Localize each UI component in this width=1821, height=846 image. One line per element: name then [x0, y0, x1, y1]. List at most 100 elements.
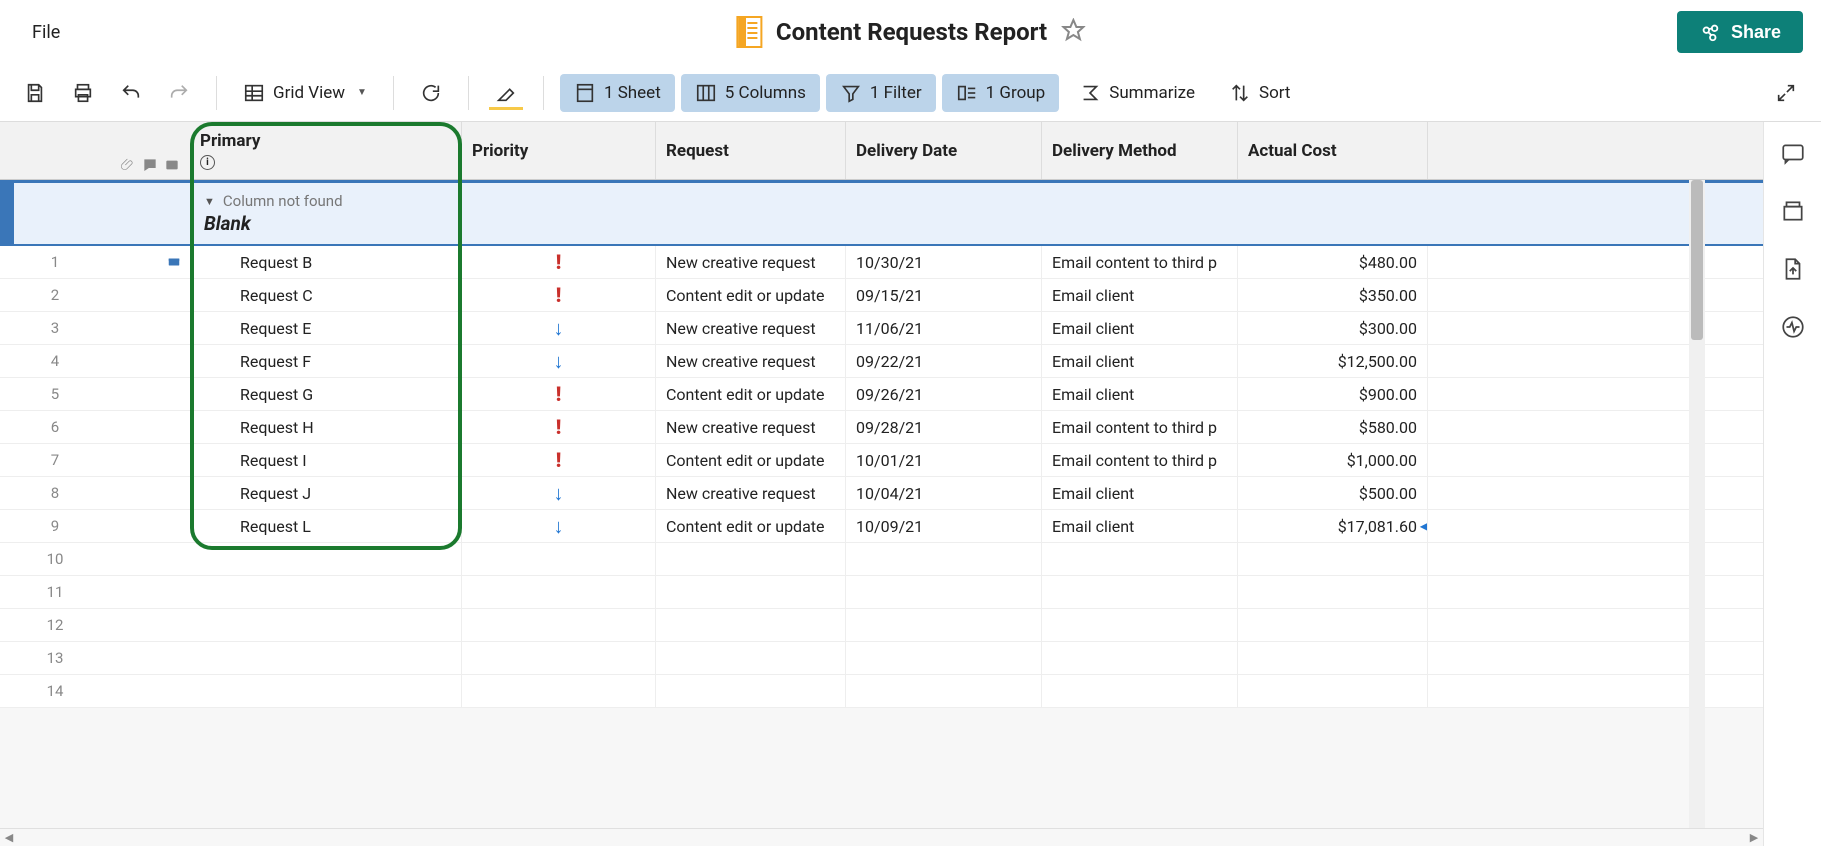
scroll-right-arrow-icon[interactable]: ▶	[1745, 831, 1763, 844]
favorite-star-icon[interactable]	[1061, 18, 1085, 46]
row-number[interactable]: 7	[0, 451, 110, 469]
cell-method[interactable]: Email client	[1042, 279, 1238, 311]
attachments-panel-icon[interactable]	[1780, 198, 1806, 228]
sheet-chip[interactable]: 1 Sheet	[560, 74, 675, 112]
cell-cost[interactable]: $500.00	[1238, 477, 1428, 509]
cell-method[interactable]: Email client	[1042, 510, 1238, 542]
cell-request[interactable]: New creative request	[656, 312, 846, 344]
document-title[interactable]: Content Requests Report	[776, 18, 1047, 46]
cell-date[interactable]: 10/30/21	[846, 246, 1042, 278]
table-row[interactable]: 7Request I!Content edit or update10/01/2…	[0, 444, 1763, 477]
table-row-empty[interactable]: 14	[0, 675, 1763, 708]
row-number[interactable]: 12	[0, 616, 110, 634]
redo-icon[interactable]	[158, 74, 200, 112]
filter-chip[interactable]: 1 Filter	[826, 74, 936, 112]
cell-request[interactable]	[656, 576, 846, 608]
cell-request[interactable]: Content edit or update	[656, 378, 846, 410]
file-menu[interactable]: File	[18, 14, 74, 51]
row-number[interactable]: 9	[0, 517, 110, 535]
cell-method[interactable]	[1042, 576, 1238, 608]
table-row-empty[interactable]: 11	[0, 576, 1763, 609]
row-number[interactable]: 3	[0, 319, 110, 337]
cell-request[interactable]: New creative request	[656, 411, 846, 443]
cell-request[interactable]	[656, 675, 846, 707]
cell-date[interactable]: 10/01/21	[846, 444, 1042, 476]
cell-priority[interactable]	[462, 642, 656, 674]
cell-priority[interactable]	[462, 675, 656, 707]
row-number[interactable]: 10	[0, 550, 110, 568]
refresh-icon[interactable]	[410, 74, 452, 112]
cell-primary[interactable]: Request L	[190, 510, 462, 542]
column-header-actual-cost[interactable]: Actual Cost	[1238, 122, 1428, 179]
column-header-delivery-method[interactable]: Delivery Method	[1042, 122, 1238, 179]
cell-primary[interactable]: Request G	[190, 378, 462, 410]
cell-method[interactable]: Email client	[1042, 477, 1238, 509]
row-number[interactable]: 5	[0, 385, 110, 403]
cell-method[interactable]: Email client	[1042, 378, 1238, 410]
cell-cost[interactable]	[1238, 576, 1428, 608]
cell-date[interactable]	[846, 609, 1042, 641]
cell-cost[interactable]	[1238, 642, 1428, 674]
cell-priority[interactable]: !	[462, 444, 656, 476]
info-icon[interactable]: i	[200, 155, 215, 170]
data-grid[interactable]: Primary i Priority Request Delivery Date…	[0, 122, 1763, 846]
grid-view-button[interactable]: Grid View ▼	[233, 74, 377, 112]
table-row[interactable]: 6Request H!New creative request09/28/21E…	[0, 411, 1763, 444]
table-row-empty[interactable]: 12	[0, 609, 1763, 642]
cell-request[interactable]: Content edit or update	[656, 444, 846, 476]
cell-method[interactable]: Email content to third p	[1042, 411, 1238, 443]
cell-request[interactable]: Content edit or update	[656, 279, 846, 311]
cell-request[interactable]: New creative request	[656, 477, 846, 509]
cell-request[interactable]: New creative request	[656, 345, 846, 377]
row-number[interactable]: 4	[0, 352, 110, 370]
cell-priority[interactable]: !	[462, 411, 656, 443]
cell-request[interactable]: Content edit or update	[656, 510, 846, 542]
cell-method[interactable]: Email client	[1042, 345, 1238, 377]
cell-priority[interactable]	[462, 543, 656, 575]
cell-cost[interactable]	[1238, 543, 1428, 575]
cell-primary[interactable]: Request B	[190, 246, 462, 278]
cell-primary[interactable]	[190, 576, 462, 608]
column-header-priority[interactable]: Priority	[462, 122, 656, 179]
cell-method[interactable]	[1042, 609, 1238, 641]
cell-primary[interactable]: Request E	[190, 312, 462, 344]
cell-cost[interactable]: $12,500.00	[1238, 345, 1428, 377]
cell-date[interactable]	[846, 642, 1042, 674]
cell-request[interactable]	[656, 543, 846, 575]
cell-request[interactable]	[656, 642, 846, 674]
cell-primary[interactable]: Request J	[190, 477, 462, 509]
cell-date[interactable]: 10/09/21	[846, 510, 1042, 542]
save-icon[interactable]	[14, 74, 56, 112]
cell-date[interactable]: 09/22/21	[846, 345, 1042, 377]
cell-priority[interactable]	[462, 576, 656, 608]
cell-date[interactable]: 09/26/21	[846, 378, 1042, 410]
summarize-button[interactable]: Summarize	[1065, 74, 1209, 112]
cell-primary[interactable]: Request H	[190, 411, 462, 443]
cell-date[interactable]	[846, 675, 1042, 707]
group-header-row[interactable]: ▼Column not found Blank	[0, 180, 1763, 246]
cell-primary[interactable]: Request C	[190, 279, 462, 311]
row-number[interactable]: 1	[0, 253, 110, 271]
cell-method[interactable]: Email content to third p	[1042, 246, 1238, 278]
print-icon[interactable]	[62, 74, 104, 112]
cell-cost[interactable]: $900.00	[1238, 378, 1428, 410]
attachment-column-header[interactable]	[110, 122, 190, 179]
cell-date[interactable]	[846, 543, 1042, 575]
highlight-icon[interactable]	[485, 74, 527, 112]
cell-primary[interactable]: Request F	[190, 345, 462, 377]
cell-priority[interactable]	[462, 609, 656, 641]
table-row-empty[interactable]: 10	[0, 543, 1763, 576]
row-number[interactable]: 11	[0, 583, 110, 601]
row-number[interactable]: 2	[0, 286, 110, 304]
column-header-primary[interactable]: Primary i	[190, 122, 462, 179]
table-row[interactable]: 5Request G!Content edit or update09/26/2…	[0, 378, 1763, 411]
row-number[interactable]: 8	[0, 484, 110, 502]
column-header-delivery-date[interactable]: Delivery Date	[846, 122, 1042, 179]
cell-method[interactable]	[1042, 543, 1238, 575]
cell-cost[interactable]: $17,081.60◀	[1238, 510, 1428, 542]
horizontal-scrollbar[interactable]: ◀ ▶	[0, 828, 1763, 846]
table-row-empty[interactable]: 13	[0, 642, 1763, 675]
undo-icon[interactable]	[110, 74, 152, 112]
cell-cost[interactable]: $300.00	[1238, 312, 1428, 344]
row-number[interactable]: 13	[0, 649, 110, 667]
